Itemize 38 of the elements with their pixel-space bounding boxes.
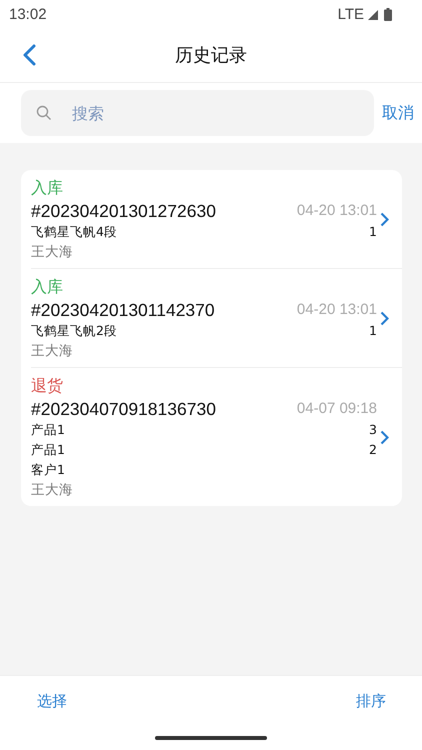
operator-name: 王大海 — [31, 342, 74, 361]
chevron-right-icon — [380, 310, 389, 326]
customer-name: 客户1 — [31, 461, 66, 479]
signal-icon — [368, 8, 380, 20]
battery-icon — [384, 8, 392, 20]
search-icon — [36, 105, 52, 121]
order-number: #202304070918136730 — [31, 398, 216, 420]
record-type: 入库 — [31, 276, 64, 298]
network-type: LTE — [338, 6, 364, 22]
product-name: 产品1 — [31, 421, 65, 439]
product-name: 飞鹤星飞帆2段 — [31, 322, 117, 340]
product-quantity: 2 — [369, 441, 377, 459]
operator-name: 王大海 — [31, 481, 74, 500]
record-row[interactable]: 入库 #202304201301272630 04-20 13:01 飞鹤星飞帆4段 1 王大海 — [31, 170, 402, 269]
status-time: 13:02 — [9, 6, 47, 22]
record-time: 04-20 13:01 — [296, 300, 377, 320]
record-row[interactable]: 退货 #202304070918136730 04-07 09:18 产品1 3 产品1 2 客户1 王大海 — [31, 368, 402, 506]
product-quantity: 1 — [369, 223, 377, 241]
product-quantity: 3 — [369, 421, 377, 439]
operator-name: 王大海 — [31, 243, 74, 262]
record-time: 04-20 13:01 — [296, 201, 377, 221]
chevron-right-icon — [380, 212, 389, 226]
order-number: #202304201301272630 — [31, 200, 216, 222]
product-name: 产品1 — [31, 441, 65, 459]
record-type: 退货 — [31, 375, 64, 397]
chevron-right-icon — [380, 430, 389, 444]
search-field[interactable]: 搜索 — [21, 90, 374, 136]
record-time: 04-07 09:18 — [296, 399, 377, 419]
order-number: #202304201301142370 — [31, 299, 215, 321]
record-type: 入库 — [31, 177, 64, 199]
record-row[interactable]: 入库 #202304201301142370 04-20 13:01 飞鹤星飞帆2段 1 王大海 — [31, 269, 402, 368]
sort-button[interactable]: 排序 — [356, 692, 386, 710]
cancel-button[interactable]: 取消 — [382, 102, 414, 124]
back-icon[interactable] — [22, 44, 36, 66]
select-button[interactable]: 选择 — [37, 692, 67, 710]
product-quantity: 1 — [369, 322, 377, 340]
page-title: 历史记录 — [175, 44, 247, 67]
product-name: 飞鹤星飞帆4段 — [31, 223, 117, 241]
